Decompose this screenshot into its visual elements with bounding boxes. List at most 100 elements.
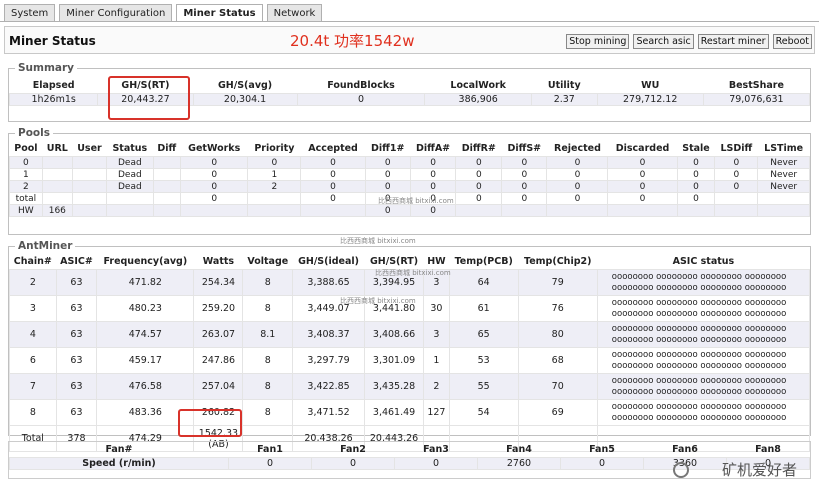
antminer-cell: 30: [423, 295, 450, 322]
antminer-cell: 54: [448, 399, 519, 426]
fan-header: Fan5: [589, 444, 615, 455]
fan-header: Fan3: [423, 444, 449, 455]
pools-header: Rejected: [554, 143, 601, 154]
restart-miner-button[interactable]: Restart miner: [697, 34, 769, 49]
fan-header: Fan8: [755, 444, 781, 455]
antminer-header: Frequency(avg): [103, 256, 188, 267]
summary-header: WU: [641, 80, 660, 91]
pools-cell: 0: [676, 192, 716, 205]
pools-cell: [71, 156, 108, 169]
pools-cell: 0: [676, 168, 716, 181]
antminer-cell: 69: [517, 399, 598, 426]
pools-cell: [41, 156, 73, 169]
summary-header: BestShare: [728, 80, 784, 91]
pools-cell: Dead: [106, 168, 154, 181]
pools-cell: [41, 192, 73, 205]
pools-header: LSDiff: [720, 143, 753, 154]
pools-cell: 0: [501, 168, 548, 181]
antminer-cell: 3,435.28: [364, 373, 425, 400]
tab-network[interactable]: Network: [266, 4, 323, 22]
pools-header: DiffR#: [461, 143, 496, 154]
tab-system[interactable]: System: [4, 4, 56, 22]
pools-cell: Never: [757, 156, 810, 169]
pools-header: URL: [46, 143, 68, 154]
antminer-cell: 79: [517, 269, 598, 296]
antminer-cell: 8: [242, 295, 294, 322]
pools-cell: [71, 192, 108, 205]
fan-header: Fan1: [257, 444, 283, 455]
antminer-legend: AntMiner: [18, 240, 73, 252]
stop-mining-button[interactable]: Stop mining: [566, 34, 630, 49]
pools-cell: 0: [409, 168, 457, 181]
pools-header: DiffA#: [415, 143, 451, 154]
asic-status-cell: oooooooo oooooooo oooooooo oooooooo ooooo…: [596, 399, 811, 426]
pools-cell: 0: [180, 180, 249, 193]
pools-header: User: [77, 143, 102, 154]
antminer-header: Temp(Chip2): [524, 256, 592, 267]
antminer-cell: 61: [448, 295, 519, 322]
pools-cell: [676, 204, 716, 217]
pools-cell: [455, 204, 503, 217]
pools-cell: [71, 168, 108, 181]
antminer-cell: 254.34: [193, 269, 244, 296]
pools-cell: [300, 204, 366, 217]
antminer-cell: 65: [448, 321, 519, 348]
pools-cell: Never: [757, 168, 810, 181]
asic-status-cell: oooooooo oooooooo oooooooo oooooooo ooooo…: [596, 321, 811, 348]
asic-status-line: oooooooo oooooooo oooooooo oooooooo: [611, 401, 787, 412]
antminer-cell: 3,408.66: [364, 321, 425, 348]
pools-cell: 0: [364, 180, 411, 193]
antminer-cell: 127: [423, 399, 450, 426]
antminer-cell: 8: [242, 347, 294, 374]
antminer-cell: 459.17: [96, 347, 195, 374]
pools-cell: [757, 204, 810, 217]
watermark-text: 比西西商城 bitxixi.com: [375, 269, 451, 277]
pools-cell: 0: [714, 180, 759, 193]
antminer-cell: 2: [9, 269, 57, 296]
pools-cell: 0: [607, 180, 678, 193]
tab-miner-status[interactable]: Miner Status: [176, 4, 263, 22]
pools-cell: 0: [455, 156, 503, 169]
asic-status-line: oooooooo oooooooo oooooooo oooooooo: [611, 282, 787, 293]
pools-cell: [152, 192, 182, 205]
antminer-cell: 3,388.65: [292, 269, 366, 296]
fans-section: Fan# Fan1 Fan2 Fan3 Fan4 Fan5 Fan6 Fan8 Speed (…: [8, 441, 811, 479]
table-row: 7 63 476.58 257.04 8 3,422.85 3,435.28 2 55 70 ooo…: [9, 373, 811, 400]
antminer-cell: 3: [9, 295, 57, 322]
antminer-cell: 476.58: [96, 373, 195, 400]
pools-cell: 0: [714, 156, 759, 169]
asic-status-line: oooooooo oooooooo oooooooo oooooooo: [611, 412, 787, 423]
fan-speed-value: 0: [310, 457, 395, 470]
asic-status-line: oooooooo oooooooo oooooooo oooooooo: [611, 308, 787, 319]
pools-cell: [152, 204, 182, 217]
fan-header: Fan4: [506, 444, 532, 455]
table-row: HW 166 0 0: [9, 204, 810, 217]
pools-cell: Dead: [106, 180, 154, 193]
pools-header: Status: [112, 143, 148, 154]
pools-cell: 0: [409, 204, 457, 217]
summary-header: Elapsed: [32, 80, 75, 91]
summary-value: 79,076,631: [702, 93, 811, 106]
antminer-cell: 68: [517, 347, 598, 374]
antminer-header: Watts: [202, 256, 235, 267]
pools-cell: 0: [364, 168, 411, 181]
pools-cell: [152, 180, 182, 193]
antminer-cell: 80: [517, 321, 598, 348]
tab-miner-configuration[interactable]: Miner Configuration: [59, 4, 173, 22]
pools-cell: [546, 204, 609, 217]
pools-cell: 0: [455, 180, 503, 193]
search-asic-button[interactable]: Search asic: [633, 34, 694, 49]
watermark-brand: 矿机爱好者: [721, 461, 797, 479]
antminer-cell: 2: [423, 373, 450, 400]
pools-cell: [501, 204, 548, 217]
pools-section: Pools Pool URL User Status Diff GetWorks Prior…: [8, 127, 811, 235]
fan-speed-value: 0: [393, 457, 478, 470]
antminer-cell: 3,461.49: [364, 399, 425, 426]
tab-divider: [0, 21, 819, 22]
antminer-cell: 263.07: [193, 321, 244, 348]
fan-header: Fan#: [105, 444, 133, 455]
antminer-cell: 8: [242, 373, 294, 400]
reboot-button[interactable]: Reboot: [772, 34, 812, 49]
pools-header: LSTime: [764, 143, 804, 154]
antminer-cell: 63: [55, 347, 98, 374]
